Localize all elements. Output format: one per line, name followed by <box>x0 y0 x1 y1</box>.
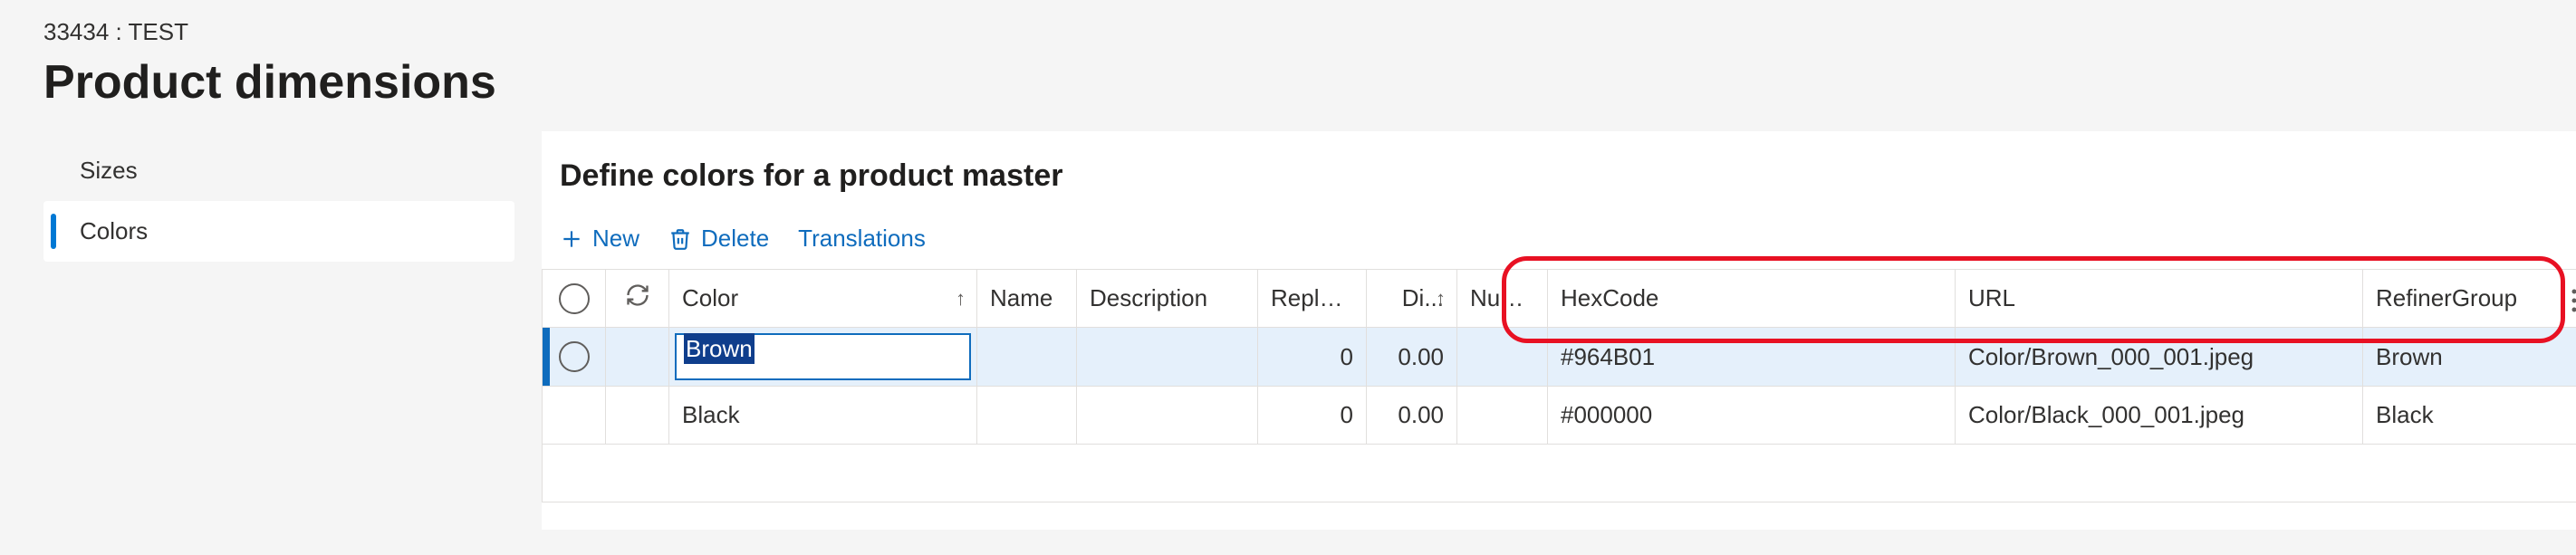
header-description-label: Description <box>1090 284 1207 311</box>
header-refresh[interactable] <box>606 270 669 328</box>
page-header: 33434 : TEST Product dimensions <box>0 0 2576 131</box>
header-url[interactable]: URL <box>1956 270 2363 328</box>
cell-hex[interactable]: #964B01 <box>1548 328 1956 387</box>
header-name-label: Name <box>990 284 1053 311</box>
toolbar: New Delete Translations <box>542 215 2576 269</box>
new-button-label: New <box>592 225 639 253</box>
data-grid: Color ↑ Name Description Repleni... Di...… <box>542 269 2576 502</box>
cell-color[interactable]: Black <box>669 387 977 445</box>
header-di[interactable]: Di...↑ <box>1367 270 1457 328</box>
color-input-value: Brown <box>684 333 755 364</box>
table-row-empty <box>543 445 2576 502</box>
header-hex-label: HexCode <box>1561 284 1658 311</box>
header-refinergroup[interactable]: RefinerGroup <box>2363 270 2576 328</box>
row-refresh-cell <box>606 328 669 387</box>
header-num-label: Num... <box>1470 284 1540 311</box>
color-input[interactable]: Brown <box>675 333 971 380</box>
sidebar: Sizes Colors <box>43 131 514 530</box>
cell-name[interactable] <box>977 328 1077 387</box>
header-select-all[interactable] <box>543 270 606 328</box>
sort-asc-icon: ↑ <box>956 287 966 311</box>
header-replen-label: Repleni... <box>1271 284 1367 311</box>
cell-url[interactable]: Color/Brown_000_001.jpeg <box>1956 328 2363 387</box>
cell-color[interactable]: Brown <box>669 328 977 387</box>
row-radio-icon[interactable] <box>559 341 590 372</box>
cell-refiner[interactable]: Black <box>2363 387 2576 445</box>
cell-hex[interactable]: #000000 <box>1548 387 1956 445</box>
header-replenishment[interactable]: Repleni... <box>1258 270 1367 328</box>
table-row[interactable]: Brown 0 0.00 #964B01 Color/Brown_000_001… <box>543 328 2576 387</box>
header-name[interactable]: Name <box>977 270 1077 328</box>
row-selected-marker <box>543 328 550 386</box>
main-panel: Define colors for a product master New D… <box>542 131 2576 530</box>
header-color[interactable]: Color ↑ <box>669 270 977 328</box>
cell-description[interactable] <box>1077 387 1258 445</box>
sidebar-item-sizes[interactable]: Sizes <box>43 140 514 201</box>
grid-wrap: Color ↑ Name Description Repleni... Di...… <box>542 269 2576 502</box>
sidebar-item-colors[interactable]: Colors <box>43 201 514 262</box>
delete-button-label: Delete <box>701 225 769 253</box>
cell-refiner[interactable]: Brown <box>2363 328 2576 387</box>
cell-name[interactable] <box>977 387 1077 445</box>
delete-button[interactable]: Delete <box>668 225 769 253</box>
header-refiner-label: RefinerGroup <box>2376 284 2517 311</box>
cell-num[interactable] <box>1457 387 1548 445</box>
cell-num[interactable] <box>1457 328 1548 387</box>
refresh-icon <box>625 286 650 313</box>
table-row[interactable]: Black 0 0.00 #000000 Color/Black_000_001… <box>543 387 2576 445</box>
sidebar-item-label: Sizes <box>80 157 138 184</box>
section-title: Define colors for a product master <box>542 158 2576 215</box>
header-hexcode[interactable]: HexCode <box>1548 270 1956 328</box>
header-url-label: URL <box>1968 284 2015 311</box>
cell-di[interactable]: 0.00 <box>1367 387 1457 445</box>
header-description[interactable]: Description <box>1077 270 1258 328</box>
plus-icon <box>560 227 583 251</box>
new-button[interactable]: New <box>560 225 639 253</box>
breadcrumb: 33434 : TEST <box>43 18 2533 46</box>
page-title: Product dimensions <box>43 55 2533 110</box>
sidebar-item-label: Colors <box>80 217 148 244</box>
row-select-cell[interactable] <box>543 387 606 445</box>
translations-button[interactable]: Translations <box>798 225 926 253</box>
cell-description[interactable] <box>1077 328 1258 387</box>
header-color-label: Color <box>682 284 738 311</box>
cell-replen[interactable]: 0 <box>1258 328 1367 387</box>
header-num[interactable]: Num... <box>1457 270 1548 328</box>
translations-button-label: Translations <box>798 225 926 253</box>
grid-more-button[interactable] <box>2561 276 2576 325</box>
more-vertical-icon <box>2571 287 2576 314</box>
sort-asc-icon: ↑ <box>1436 287 1446 311</box>
trash-icon <box>668 227 692 251</box>
cell-replen[interactable]: 0 <box>1258 387 1367 445</box>
radio-icon <box>559 283 590 314</box>
cell-url[interactable]: Color/Black_000_001.jpeg <box>1956 387 2363 445</box>
row-marker-cell[interactable] <box>543 328 606 387</box>
cell-di[interactable]: 0.00 <box>1367 328 1457 387</box>
row-refresh-cell <box>606 387 669 445</box>
